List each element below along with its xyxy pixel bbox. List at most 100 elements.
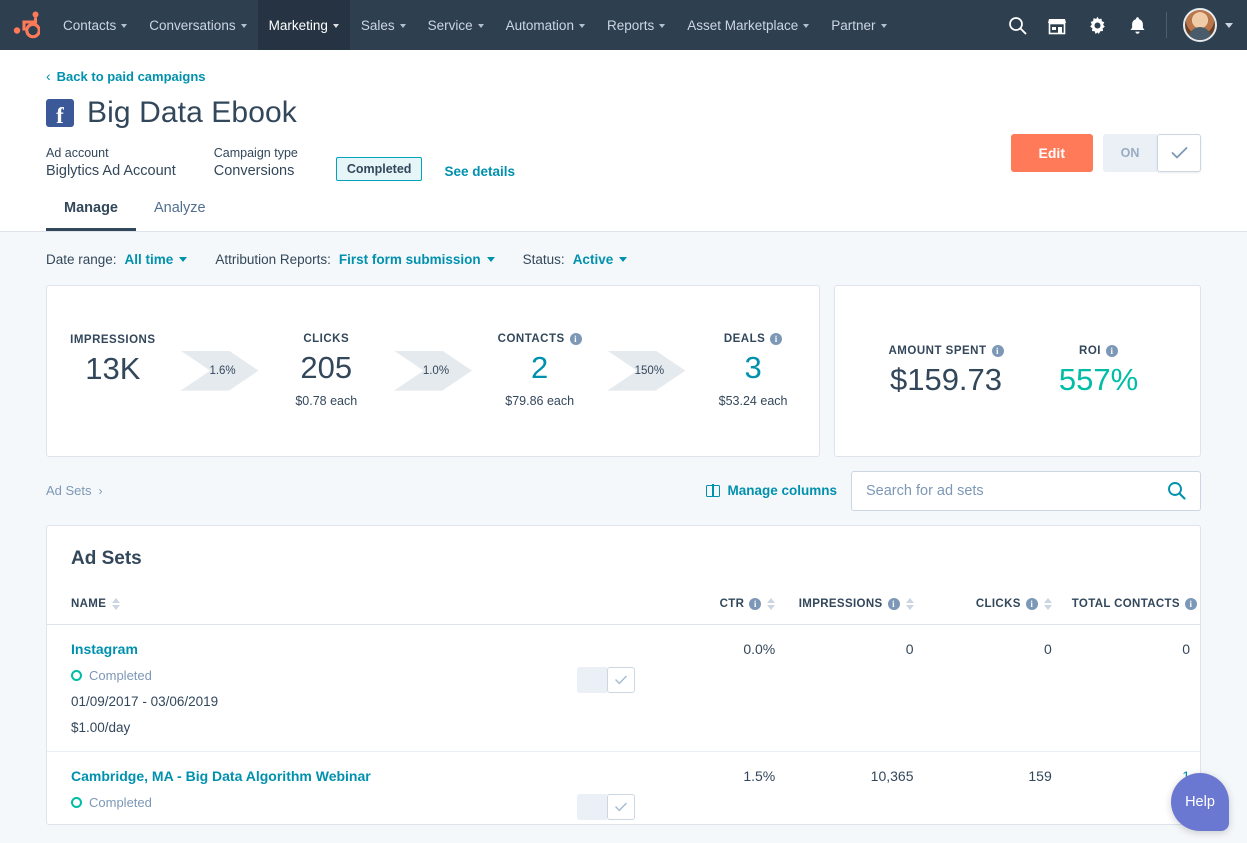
conversion-rate-1: 1.6% — [209, 364, 236, 377]
date-range-label: Date range: — [46, 251, 117, 267]
edit-button[interactable]: Edit — [1010, 133, 1093, 172]
funnel-metrics-card: IMPRESSIONS 13K 1.6% CLICKS 205 $0.78 ea… — [46, 284, 820, 457]
info-icon[interactable]: i — [1105, 344, 1118, 357]
campaign-meta-row: Ad account Biglytics Ad Account Campaign… — [46, 133, 1201, 182]
row-status-toggle[interactable] — [577, 793, 635, 820]
hubspot-sprocket-icon[interactable] — [0, 10, 52, 40]
table-row[interactable]: Cambridge, MA - Big Data Algorithm Webin… — [47, 751, 1200, 824]
status-circle-icon — [71, 796, 82, 808]
nav-item-marketing[interactable]: Marketing — [257, 0, 350, 50]
metrics-row: IMPRESSIONS 13K 1.6% CLICKS 205 $0.78 ea… — [0, 267, 1247, 457]
row-name-cell: Instagram Completed 01/09/2017 - 03/06/2… — [47, 624, 647, 752]
row-status: Completed — [71, 668, 637, 683]
status-dropdown[interactable]: Active — [573, 252, 628, 267]
filter-bar: Date range: All time Attribution Reports… — [0, 232, 1247, 267]
ad-account-block: Ad account Biglytics Ad Account — [46, 144, 176, 182]
nav-item-conversations[interactable]: Conversations — [138, 0, 257, 50]
row-impressions: 0 — [785, 624, 924, 752]
info-icon[interactable]: i — [1184, 597, 1197, 610]
metric-amount-spent: AMOUNT SPENT i $159.73 — [889, 344, 1004, 397]
column-header-total-contacts[interactable]: TOTAL CONTACTS i — [1061, 589, 1200, 625]
see-details-link[interactable]: See details — [444, 164, 515, 179]
info-icon[interactable]: i — [770, 333, 783, 346]
metric-amount-spent-label: AMOUNT SPENT i — [889, 344, 1004, 357]
status-badge: Completed — [335, 156, 423, 181]
search-icon[interactable] — [1004, 12, 1030, 38]
row-status-toggle[interactable] — [577, 666, 635, 693]
metric-contacts-sub: $79.86 each — [505, 393, 575, 408]
metric-roi-value: 557% — [1058, 361, 1139, 397]
nav-divider — [1166, 12, 1167, 38]
info-icon[interactable]: i — [887, 597, 900, 610]
metric-clicks-label: CLICKS — [303, 333, 350, 346]
bell-icon[interactable] — [1124, 12, 1150, 38]
nav-item-service[interactable]: Service — [417, 0, 495, 50]
manage-columns-button[interactable]: Manage columns — [706, 483, 837, 498]
toggle-on-label[interactable]: ON — [1103, 133, 1157, 172]
column-header-name[interactable]: NAME — [47, 589, 647, 625]
sort-arrows-icon[interactable] — [905, 597, 914, 610]
check-icon — [615, 802, 627, 811]
campaign-type-value: Conversions — [213, 163, 295, 180]
ad-sets-table: NAME CTR i IMPRESSIONS i CLICKS i TOTAL … — [47, 589, 1200, 824]
user-account-menu[interactable] — [1183, 8, 1233, 42]
metric-deals-label: DEALS i — [705, 333, 801, 346]
column-header-impressions[interactable]: IMPRESSIONS i — [785, 589, 924, 625]
tab-manage[interactable]: Manage — [46, 200, 136, 231]
table-row[interactable]: Instagram Completed 01/09/2017 - 03/06/2… — [47, 624, 1200, 752]
page-title: Big Data Ebook — [87, 96, 297, 129]
row-toggle-check[interactable] — [607, 666, 635, 693]
chevron-down-icon — [240, 24, 247, 28]
metric-deals-value: 3 — [744, 350, 762, 386]
spend-metrics-card: AMOUNT SPENT i $159.73 ROI i 557% — [834, 284, 1201, 457]
marketplace-icon[interactable] — [1044, 12, 1070, 38]
search-ad-sets-box[interactable] — [851, 470, 1201, 511]
campaign-type-block: Campaign type Conversions — [214, 144, 298, 182]
ad-set-link[interactable]: Cambridge, MA - Big Data Algorithm Webin… — [71, 768, 637, 784]
toolbar-right: Manage columns — [706, 470, 1201, 511]
toggle-check-button[interactable] — [1157, 133, 1201, 172]
ad-account-value: Biglytics Ad Account — [46, 163, 176, 180]
chevron-down-icon — [578, 24, 585, 28]
nav-item-asset-marketplace[interactable]: Asset Marketplace — [676, 0, 820, 50]
info-icon[interactable]: i — [1025, 597, 1038, 610]
nav-item-partner[interactable]: Partner — [820, 0, 897, 50]
metric-contacts: CONTACTS i 2 $79.86 each — [492, 333, 588, 408]
info-icon[interactable]: i — [569, 333, 582, 346]
check-icon — [1171, 146, 1187, 159]
nav-item-contacts[interactable]: Contacts — [52, 0, 138, 50]
breadcrumb[interactable]: Ad Sets › — [46, 483, 103, 498]
ad-set-link[interactable]: Instagram — [71, 641, 637, 657]
title-row: f Big Data Ebook — [46, 96, 1201, 130]
metric-clicks-value: 205 — [300, 350, 353, 386]
sort-arrows-icon[interactable] — [112, 597, 121, 610]
search-input[interactable] — [866, 482, 1167, 499]
row-ctr: 0.0% — [647, 624, 786, 752]
sort-arrows-icon[interactable] — [1043, 597, 1052, 610]
row-toggle-off[interactable] — [577, 793, 607, 820]
tab-analyze[interactable]: Analyze — [136, 200, 224, 231]
column-header-clicks[interactable]: CLICKS i — [923, 589, 1062, 625]
sort-arrows-icon[interactable] — [767, 597, 776, 610]
campaign-type-label: Campaign type — [213, 146, 298, 160]
date-range-dropdown[interactable]: All time — [125, 252, 188, 267]
back-link-label: Back to paid campaigns — [56, 68, 206, 84]
back-to-paid-campaigns-link[interactable]: ‹ Back to paid campaigns — [46, 69, 206, 84]
manage-columns-label: Manage columns — [727, 483, 837, 499]
nav-item-reports[interactable]: Reports — [596, 0, 676, 50]
row-status: Completed — [71, 795, 637, 810]
attribution-dropdown[interactable]: First form submission — [339, 252, 495, 267]
row-toggle-off[interactable] — [577, 666, 607, 693]
metric-contacts-label: CONTACTS i — [492, 333, 588, 346]
help-button[interactable]: Help — [1171, 773, 1229, 831]
info-icon[interactable]: i — [991, 344, 1004, 357]
row-toggle-check[interactable] — [607, 793, 635, 820]
nav-item-automation[interactable]: Automation — [495, 0, 596, 50]
campaign-status-toggle[interactable]: ON — [1103, 133, 1201, 172]
gear-icon[interactable] — [1084, 12, 1110, 38]
search-icon[interactable] — [1167, 481, 1186, 500]
nav-item-sales[interactable]: Sales — [350, 0, 417, 50]
row-name-cell: Cambridge, MA - Big Data Algorithm Webin… — [47, 751, 647, 824]
info-icon[interactable]: i — [749, 597, 762, 610]
column-header-ctr[interactable]: CTR i — [647, 589, 786, 625]
